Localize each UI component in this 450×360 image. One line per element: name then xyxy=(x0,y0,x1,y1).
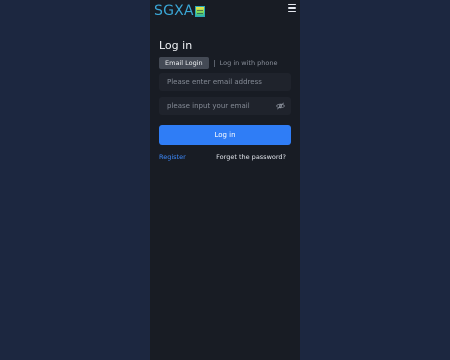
auth-links: Register Forget the password? xyxy=(159,152,291,162)
page-title: Log in xyxy=(159,39,193,52)
brand-badge-icon xyxy=(194,5,205,17)
menu-icon-bar xyxy=(288,10,296,12)
eye-off-icon[interactable] xyxy=(276,102,285,110)
menu-button[interactable] xyxy=(288,4,296,12)
email-field xyxy=(159,73,291,91)
top-header: SGXA xyxy=(150,0,300,22)
menu-icon-bar xyxy=(288,4,296,6)
brand-logo[interactable]: SGXA xyxy=(154,3,205,19)
tab-phone-login[interactable]: Log in with phone xyxy=(220,57,278,69)
login-page: SGXA Log in Email Login Log in with phon… xyxy=(150,0,300,360)
password-field xyxy=(159,97,291,115)
password-input[interactable] xyxy=(159,97,291,115)
login-method-tabs: Email Login Log in with phone xyxy=(159,57,278,69)
tab-divider xyxy=(213,59,215,67)
tab-email-login[interactable]: Email Login xyxy=(159,57,209,69)
forgot-password-link[interactable]: Forget the password? xyxy=(216,152,286,162)
brand-logo-text: SGXA xyxy=(154,3,194,19)
register-link[interactable]: Register xyxy=(159,152,186,162)
email-input[interactable] xyxy=(159,73,291,91)
login-button[interactable]: Log in xyxy=(159,125,291,145)
menu-icon-bar xyxy=(288,7,296,9)
